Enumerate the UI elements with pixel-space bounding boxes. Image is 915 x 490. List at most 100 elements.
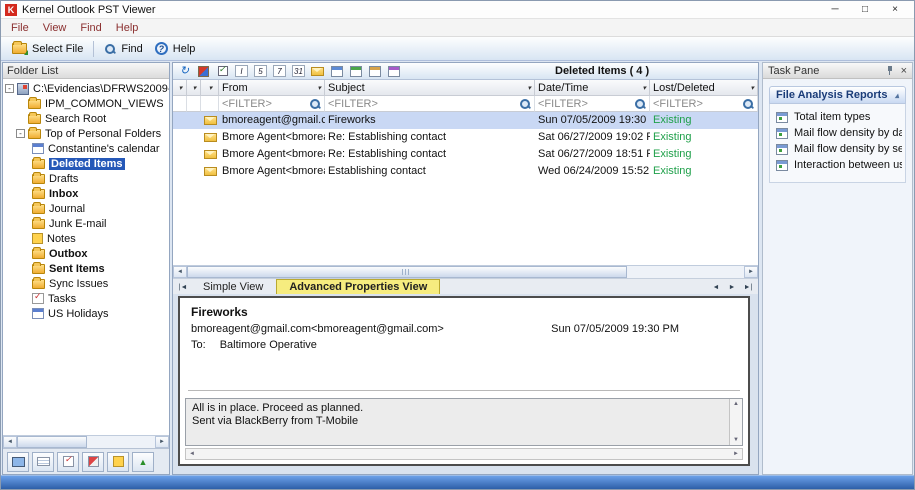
column-header-from[interactable]: From [219, 80, 325, 96]
scroll-right-icon[interactable] [744, 266, 758, 278]
message-list-hscrollbar[interactable] [173, 265, 758, 278]
journal-shortcut[interactable] [82, 452, 104, 472]
tree-item-journal[interactable]: Journal [3, 201, 169, 216]
scroll-down-icon[interactable] [733, 437, 739, 443]
maximize-button[interactable]: □ [850, 4, 880, 15]
filter-datetime-input[interactable]: <FILTER> [535, 96, 650, 112]
preview-from: bmoreagent@gmail.com<bmoreagent@gmail.co… [191, 323, 444, 335]
contacts-shortcut[interactable] [32, 452, 54, 472]
folder-up-shortcut[interactable] [132, 452, 154, 472]
scrollbar-thumb[interactable] [17, 436, 87, 448]
filter-from-input[interactable]: <FILTER> [219, 96, 325, 112]
search-icon[interactable] [634, 98, 646, 110]
notes-shortcut[interactable] [107, 452, 129, 472]
mail-flow-senders-report-button[interactable] [365, 64, 384, 79]
scroll-right-icon[interactable] [733, 451, 739, 457]
minimize-button[interactable]: ─ [820, 4, 850, 15]
tab-first-icon[interactable] [175, 280, 191, 294]
search-icon[interactable] [309, 98, 321, 110]
select-all-button[interactable] [213, 64, 232, 79]
open-folder-icon [12, 43, 27, 54]
pin-icon[interactable] [885, 65, 895, 76]
tab-advanced-properties-view[interactable]: Advanced Properties View [276, 279, 440, 294]
report-mail-flow-density-by-senders[interactable]: Mail flow density by senders [773, 141, 902, 157]
tree-item-notes[interactable]: Notes [3, 231, 169, 246]
mail-view-button[interactable] [308, 64, 327, 79]
mark-icon [198, 66, 209, 77]
column-menu-icon[interactable] [187, 80, 201, 96]
tree-item-sync-issues[interactable]: Sync Issues [3, 276, 169, 291]
tree-item-junk-email[interactable]: Junk E-mail [3, 216, 169, 231]
search-icon[interactable] [742, 98, 754, 110]
tab-prev-icon[interactable] [708, 280, 724, 294]
column-menu-icon[interactable] [201, 80, 219, 96]
menu-find[interactable]: Find [73, 20, 108, 36]
scroll-left-icon[interactable] [3, 436, 17, 448]
preview-horizontal-scrollbar[interactable] [185, 448, 743, 460]
mail-view-shortcut[interactable] [7, 452, 29, 472]
scroll-right-icon[interactable] [155, 436, 169, 448]
preview-vertical-scrollbar[interactable] [729, 399, 742, 445]
task-pane-close-icon[interactable]: × [901, 65, 907, 77]
report-list: Total item types Mail flow density by da… [769, 104, 906, 183]
tree-item-us-holidays[interactable]: US Holidays [3, 306, 169, 321]
help-button[interactable]: ? Help [149, 40, 202, 57]
tree-item-ipm-common-views[interactable]: IPM_COMMON_VIEWS [3, 96, 169, 111]
file-analysis-reports-section[interactable]: File Analysis Reports [769, 86, 906, 104]
column-header-subject[interactable]: Subject [325, 80, 535, 96]
menu-help[interactable]: Help [109, 20, 146, 36]
scroll-left-icon[interactable] [173, 266, 187, 278]
message-row[interactable]: Bmore Agent<bmoreagent@... Re: Establish… [173, 129, 758, 146]
report-interaction-between-users[interactable]: Interaction between users [773, 157, 902, 173]
collapse-icon[interactable] [5, 84, 14, 93]
message-row[interactable]: Bmore Agent<bmoreagent@... Establishing … [173, 163, 758, 180]
tab-next-icon[interactable] [724, 280, 740, 294]
five-day-view-button[interactable]: 5 [251, 64, 270, 79]
tree-item-inbox[interactable]: Inbox [3, 186, 169, 201]
folder-list-hscrollbar[interactable] [3, 435, 169, 448]
tree-item-outbox[interactable]: Outbox [3, 246, 169, 261]
month-view-button[interactable]: 31 [289, 64, 308, 79]
tree-item-drafts[interactable]: Drafts [3, 171, 169, 186]
scrollbar-thumb[interactable] [187, 266, 627, 278]
total-items-report-button[interactable] [327, 64, 346, 79]
status-badge: Existing [650, 146, 758, 163]
column-header-lost-deleted[interactable]: Lost/Deleted [650, 80, 758, 96]
preview-body[interactable]: All is in place. Proceed as planned. Sen… [185, 398, 743, 446]
column-menu-icon[interactable] [173, 80, 187, 96]
menu-file[interactable]: File [4, 20, 36, 36]
report-mail-flow-density-by-date[interactable]: Mail flow density by date [773, 125, 902, 141]
tasks-shortcut[interactable] [57, 452, 79, 472]
tab-last-icon[interactable] [740, 280, 756, 294]
seven-day-view-button[interactable]: 7 [270, 64, 289, 79]
scroll-left-icon[interactable] [189, 451, 195, 457]
message-row[interactable]: Bmore Agent<bmoreagent@... Re: Establish… [173, 146, 758, 163]
refresh-button[interactable]: ↻ [175, 64, 194, 79]
report-total-item-types[interactable]: Total item types [773, 109, 902, 125]
tree-item-root[interactable]: C:\Evidencias\DFRWS2009-Outlo [3, 81, 169, 96]
menu-view[interactable]: View [36, 20, 74, 36]
tree-item-tasks[interactable]: Tasks [3, 291, 169, 306]
field-chooser-button[interactable]: I [232, 64, 251, 79]
tree-item-constantines-calendar[interactable]: Constantine's calendar [3, 141, 169, 156]
tab-simple-view[interactable]: Simple View [191, 279, 275, 294]
tree-item-top-of-personal-folders[interactable]: Top of Personal Folders [3, 126, 169, 141]
interaction-report-button[interactable] [384, 64, 403, 79]
message-row[interactable]: bmoreagent@gmail.com<bm... Fireworks Sun… [173, 112, 758, 129]
filter-subject-input[interactable]: <FILTER> [325, 96, 535, 112]
collapse-icon[interactable] [16, 129, 25, 138]
tree-item-deleted-items[interactable]: Deleted Items [3, 156, 169, 171]
dropdown-arrow-icon [642, 84, 646, 92]
close-button[interactable]: × [880, 4, 910, 15]
tree-item-sent-items[interactable]: Sent Items [3, 261, 169, 276]
tree-item-search-root[interactable]: Search Root [3, 111, 169, 126]
report-table-icon [776, 160, 788, 171]
select-file-button[interactable]: Select File [6, 41, 89, 57]
column-header-datetime[interactable]: Date/Time [535, 80, 650, 96]
mark-items-button[interactable] [194, 64, 213, 79]
mail-flow-date-report-button[interactable] [346, 64, 365, 79]
find-button[interactable]: Find [98, 41, 148, 57]
scroll-up-icon[interactable] [733, 401, 739, 407]
search-icon[interactable] [519, 98, 531, 110]
filter-lost-deleted-input[interactable]: <FILTER> [650, 96, 758, 112]
